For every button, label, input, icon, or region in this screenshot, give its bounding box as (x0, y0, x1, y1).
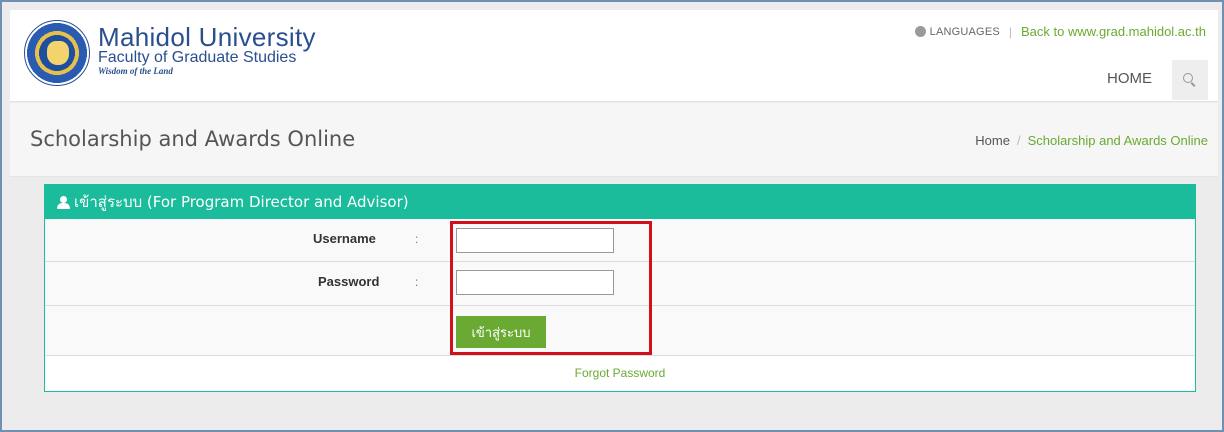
university-seal-icon[interactable] (24, 20, 90, 86)
top-links-separator: | (1008, 24, 1013, 39)
forgot-row: Forgot Password (45, 355, 1195, 391)
password-row: Password : (45, 261, 1195, 305)
page-title: Scholarship and Awards Online (30, 127, 356, 151)
logo-title: Mahidol University (98, 22, 316, 52)
languages-link[interactable]: LANGUAGES (930, 26, 1000, 38)
password-label: Password (318, 274, 380, 289)
breadcrumb-home[interactable]: Home (975, 133, 1010, 148)
breadcrumb-separator: / (1016, 133, 1021, 148)
password-colon: : (415, 275, 419, 289)
browser-frame: Mahidol University Faculty of Graduate S… (0, 0, 1224, 432)
site-header: Mahidol University Faculty of Graduate S… (10, 10, 1218, 102)
login-button[interactable]: เข้าสู่ระบบ (456, 316, 546, 348)
login-panel-title: เข้าสู่ระบบ (For Program Director and Ad… (74, 193, 409, 211)
site-logo[interactable]: Mahidol University Faculty of Graduate S… (98, 24, 316, 76)
globe-icon (914, 26, 926, 37)
search-button[interactable] (1172, 60, 1208, 100)
back-to-site-link[interactable]: Back to www.grad.mahidol.ac.th (1021, 24, 1206, 39)
logo-motto: Wisdom of the Land (98, 66, 173, 76)
breadcrumb: Home / Scholarship and Awards Online (975, 133, 1208, 148)
page-title-bar: Scholarship and Awards Online Home / Schol… (10, 103, 1218, 177)
breadcrumb-current[interactable]: Scholarship and Awards Online (1028, 133, 1208, 148)
forgot-password-link[interactable]: Forgot Password (45, 366, 1195, 380)
username-colon: : (415, 232, 419, 246)
user-icon (57, 195, 70, 209)
login-panel-heading: เข้าสู่ระบบ (For Program Director and Ad… (45, 185, 1195, 219)
username-label: Username (313, 231, 376, 246)
login-panel: เข้าสู่ระบบ (For Program Director and Ad… (44, 184, 1196, 392)
search-icon (1183, 73, 1197, 87)
username-input[interactable] (456, 228, 614, 253)
submit-row: เข้าสู่ระบบ (45, 305, 1195, 355)
logo-subtitle: Faculty of Graduate Studies (98, 49, 297, 66)
nav-home-link[interactable]: HOME (1107, 70, 1152, 87)
username-row: Username : (45, 219, 1195, 261)
password-input[interactable] (456, 270, 614, 295)
seal-emblem (47, 41, 69, 65)
top-links: LANGUAGES | Back to www.grad.mahidol.ac.… (914, 24, 1206, 39)
